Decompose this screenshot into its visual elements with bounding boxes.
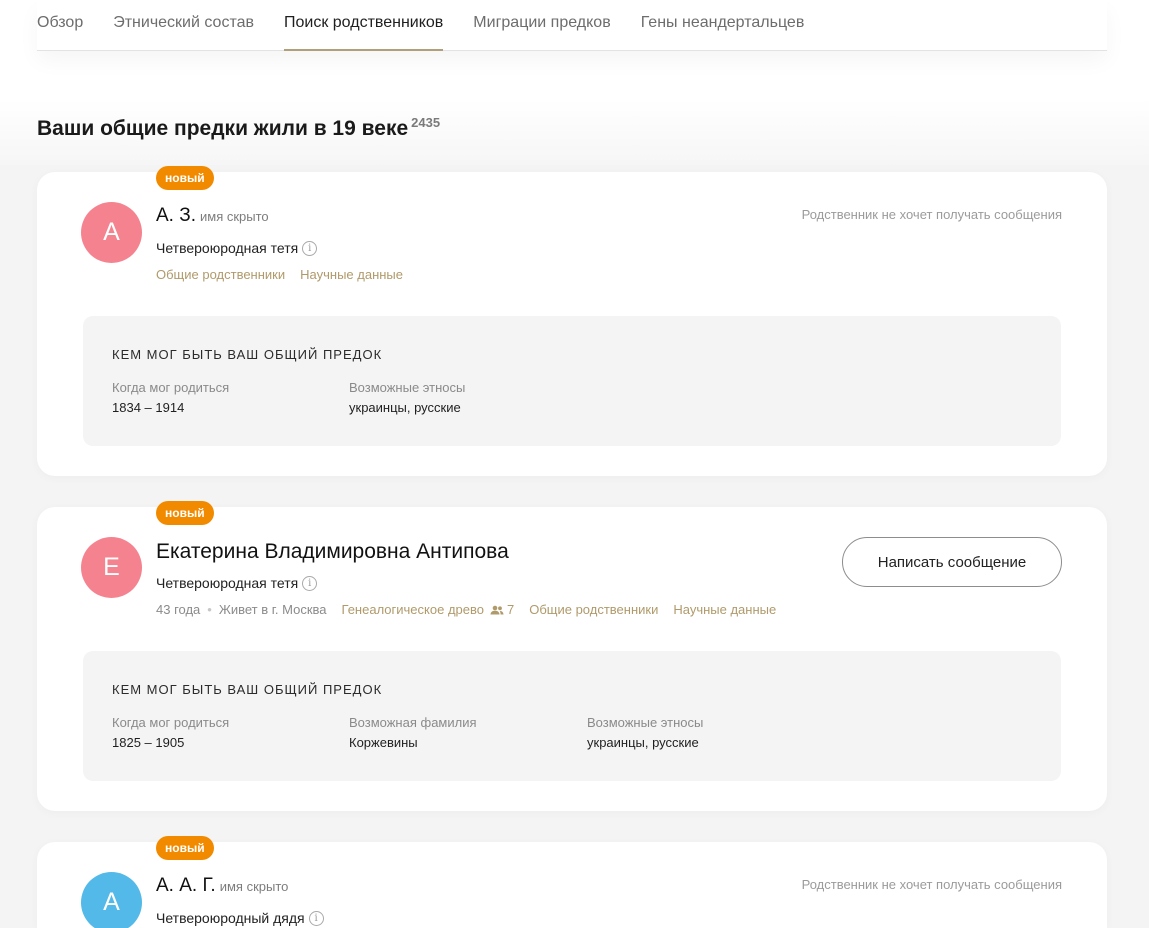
common-ancestor-panel: КЕМ МОГ БЫТЬ ВАШ ОБЩИЙ ПРЕДОК Когда мог … [83, 651, 1061, 781]
common-relatives-link[interactable]: Общие родственники [529, 602, 658, 617]
tab-relatives-search[interactable]: Поиск родственников [284, 0, 444, 51]
ancestor-panel-title: КЕМ МОГ БЫТЬ ВАШ ОБЩИЙ ПРЕДОК [112, 682, 383, 697]
section-title: Ваши общие предки жили в 19 веке 2435 [37, 115, 440, 141]
possible-ethnos-label: Возможные этносы [587, 715, 704, 730]
relative-name: Екатерина Владимировна Антипова [156, 540, 509, 563]
relation-label: Четвероюродная тетя [156, 240, 299, 256]
possible-surname-value: Коржевины [349, 735, 418, 750]
birth-period-value: 1834 – 1914 [112, 400, 185, 415]
send-message-button[interactable]: Написать сообщение [842, 537, 1062, 587]
info-icon[interactable]: i [302, 575, 318, 591]
family-tree-label: Генеалогическое древо [341, 602, 484, 617]
avatar: Е [81, 537, 142, 598]
name-row: А. А. Г. имя скрыто [156, 875, 288, 897]
name-row: Екатерина Владимировна Антипова [156, 540, 509, 564]
name-row: А. З. имя скрыто [156, 205, 269, 227]
tab-neanderthal-genes[interactable]: Гены неандертальцев [641, 0, 805, 51]
birth-period: Когда мог родиться 1834 – 1914 [112, 380, 229, 415]
card-links: Общие родственники Научные данные [156, 267, 418, 282]
separator-dot: • [207, 602, 212, 617]
birth-period-label: Когда мог родиться [112, 380, 230, 395]
age: 43 года [156, 602, 201, 617]
relative-card: новый Е Екатерина Владимировна Антипова … [37, 501, 1107, 811]
possible-surname-label: Возможная фамилия [349, 715, 477, 730]
tab-ethnic-composition[interactable]: Этнический состав [113, 0, 254, 51]
new-badge: новый [156, 166, 214, 190]
info-icon[interactable]: i [308, 910, 324, 926]
common-ancestor-panel: КЕМ МОГ БЫТЬ ВАШ ОБЩИЙ ПРЕДОК Когда мог … [83, 316, 1061, 446]
possible-ethnos-label: Возможные этносы [349, 380, 466, 395]
location: Живет в г. Москва [218, 602, 327, 617]
name-hidden-note: имя скрыто [219, 879, 289, 894]
possible-ethnos-value: украинцы, русские [587, 735, 699, 750]
possible-ethnos-value: украинцы, русские [349, 400, 461, 415]
relation: Четвероюродная тетя i [156, 575, 318, 591]
relatives-count: 2435 [411, 115, 441, 130]
relation-label: Четвероюродный дядя [156, 910, 305, 926]
tab-bar: Обзор Этнический состав Поиск родственни… [37, 0, 1107, 51]
relative-card: новый А А. А. Г. имя скрыто Четвероюродны… [37, 836, 1107, 928]
scientific-data-link[interactable]: Научные данные [673, 602, 776, 617]
people-icon [490, 605, 504, 614]
tab-overview[interactable]: Обзор [37, 0, 83, 51]
relative-name: А. З. [156, 205, 196, 226]
relative-name: А. А. Г. [156, 875, 216, 896]
relation-label: Четвероюродная тетя [156, 575, 299, 591]
relative-card: новый А А. З. имя скрыто Четвероюродная т… [37, 166, 1107, 476]
birth-period-label: Когда мог родиться [112, 715, 230, 730]
scientific-data-link[interactable]: Научные данные [300, 267, 403, 282]
relation: Четвероюродная тетя i [156, 240, 318, 256]
no-messages-note: Родственник не хочет получать сообщения [801, 877, 1062, 892]
tab-ancestor-migrations[interactable]: Миграции предков [473, 0, 610, 51]
new-badge: новый [156, 836, 214, 860]
relation: Четвероюродный дядя i [156, 910, 324, 926]
no-messages-note: Родственник не хочет получать сообщения [801, 207, 1062, 222]
family-tree-link[interactable]: Генеалогическое древо 7 [342, 602, 515, 617]
family-tree-count: 7 [506, 602, 515, 617]
possible-ethnos: Возможные этносы украинцы, русские [349, 380, 465, 415]
card-links: 43 года • Живет в г. Москва Генеалогичес… [156, 602, 791, 617]
avatar: А [81, 202, 142, 263]
ancestor-panel-title: КЕМ МОГ БЫТЬ ВАШ ОБЩИЙ ПРЕДОК [112, 347, 383, 362]
header-area: Обзор Этнический состав Поиск родственни… [0, 0, 1149, 165]
page: Обзор Этнический состав Поиск родственни… [0, 0, 1149, 928]
new-badge: новый [156, 501, 214, 525]
info-icon[interactable]: i [302, 240, 318, 256]
possible-surname: Возможная фамилия Коржевины [349, 715, 477, 750]
possible-ethnos: Возможные этносы украинцы, русские [587, 715, 703, 750]
avatar: А [81, 872, 142, 928]
birth-period-value: 1825 – 1905 [112, 735, 185, 750]
common-relatives-link[interactable]: Общие родственники [156, 267, 285, 282]
name-hidden-note: имя скрыто [200, 209, 269, 224]
birth-period: Когда мог родиться 1825 – 1905 [112, 715, 229, 750]
section-title-text: Ваши общие предки жили в 19 веке [37, 117, 409, 140]
